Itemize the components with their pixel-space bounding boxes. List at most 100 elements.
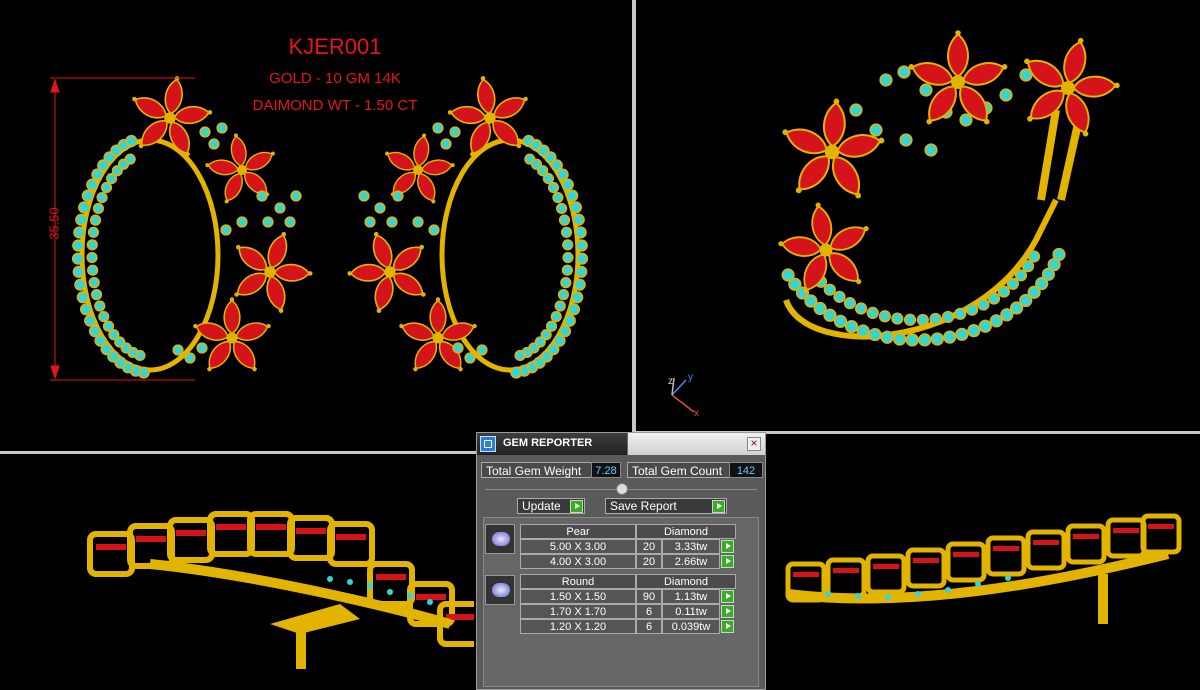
gold-post bbox=[296, 629, 306, 669]
gem-side bbox=[216, 524, 246, 530]
gold-basket bbox=[1140, 513, 1182, 555]
round-gem bbox=[104, 322, 113, 331]
row-select-play-icon[interactable] bbox=[721, 555, 734, 568]
round-gem bbox=[109, 330, 118, 339]
gem-side bbox=[873, 564, 899, 569]
round-gem bbox=[882, 332, 893, 343]
round-gem bbox=[956, 329, 967, 340]
viewport-divider-left[interactable] bbox=[0, 451, 476, 454]
pear-flower bbox=[399, 297, 477, 372]
row-select-play-icon[interactable] bbox=[721, 605, 734, 618]
round-gem bbox=[572, 292, 582, 302]
pear-flower bbox=[908, 30, 1008, 125]
gem-side bbox=[1073, 534, 1099, 539]
gem-weight-cell: 0.039tw bbox=[662, 619, 720, 634]
round-gem bbox=[547, 322, 556, 331]
row-select-play-icon[interactable] bbox=[721, 620, 734, 633]
axis-gizmo-icon: x y z bbox=[668, 372, 699, 419]
height-dimension-label: 35.50 bbox=[46, 207, 62, 240]
round-gem bbox=[327, 576, 333, 582]
pear-flower bbox=[347, 231, 426, 313]
gold-prong bbox=[435, 297, 441, 302]
round-gem bbox=[1021, 70, 1031, 80]
viewport-perspective[interactable]: x y z bbox=[636, 0, 1200, 431]
round-gem bbox=[87, 180, 97, 190]
round-gem bbox=[868, 308, 878, 318]
round-gem bbox=[557, 204, 566, 213]
gem-reporter-icon bbox=[480, 436, 496, 452]
viewport-side-left[interactable] bbox=[0, 454, 474, 690]
round-gem bbox=[98, 193, 107, 202]
pear-gem bbox=[273, 263, 311, 282]
round-gem bbox=[563, 253, 572, 262]
gem-side bbox=[793, 572, 819, 577]
update-button-label: Update bbox=[522, 499, 561, 513]
round-gem bbox=[74, 227, 84, 237]
update-play-icon bbox=[570, 500, 583, 513]
flower-center bbox=[432, 332, 444, 344]
round-gem bbox=[73, 254, 83, 264]
gem-size-cell: 1.20 X 1.20 bbox=[520, 619, 636, 634]
gold-band bbox=[149, 559, 452, 629]
round-gem bbox=[899, 67, 909, 77]
round-gem bbox=[414, 218, 422, 226]
close-button[interactable]: × bbox=[747, 437, 761, 451]
round-gem bbox=[96, 336, 106, 346]
row-select-play-icon[interactable] bbox=[721, 590, 734, 603]
round-gem bbox=[1023, 261, 1033, 271]
gem-side bbox=[416, 594, 446, 600]
round-gem bbox=[1011, 302, 1022, 313]
round-gem bbox=[576, 227, 586, 237]
round-gem bbox=[102, 183, 111, 192]
round-gem bbox=[815, 303, 826, 314]
round-gem bbox=[210, 140, 218, 148]
round-gem bbox=[218, 124, 226, 132]
gem-reporter-titlebar[interactable]: GEM REPORTER × bbox=[477, 433, 765, 455]
pear-gem bbox=[493, 97, 526, 119]
gem-side bbox=[336, 534, 366, 540]
round-gem bbox=[567, 191, 577, 201]
gem-side bbox=[1148, 524, 1174, 529]
diamond-weight: DAIMOND WT - 1.50 CT bbox=[252, 97, 418, 114]
round-gem bbox=[563, 180, 573, 190]
gem-size-cell: 1.50 X 1.50 bbox=[520, 589, 636, 604]
round-gem bbox=[563, 266, 572, 275]
round-gem bbox=[442, 140, 450, 148]
round-gem bbox=[945, 587, 951, 593]
round-gem bbox=[558, 170, 568, 180]
collapse-knob-icon[interactable] bbox=[616, 483, 628, 495]
gem-side bbox=[176, 530, 206, 536]
round-gem bbox=[454, 344, 462, 352]
row-select-play-icon[interactable] bbox=[721, 540, 734, 553]
update-button[interactable]: Update bbox=[517, 498, 585, 514]
round-gem bbox=[856, 304, 866, 314]
pear-gem bbox=[417, 172, 436, 202]
flower-center bbox=[226, 332, 238, 344]
save-report-play-icon bbox=[712, 500, 725, 513]
round-gem bbox=[79, 202, 89, 212]
round-gem bbox=[388, 218, 396, 226]
gold-prong bbox=[955, 30, 961, 36]
gem-size-cell: 5.00 X 3.00 bbox=[520, 539, 636, 554]
round-gem bbox=[885, 594, 891, 600]
gem-side bbox=[913, 558, 939, 563]
round-gem bbox=[569, 304, 579, 314]
gold-basket bbox=[1025, 529, 1067, 571]
viewport-side-right[interactable] bbox=[768, 434, 1200, 690]
viewport-front[interactable]: KJER001 GOLD - 10 GM 14K DAIMOND WT - 1.… bbox=[0, 0, 632, 451]
round-gem bbox=[565, 316, 575, 326]
round-gem bbox=[89, 228, 98, 237]
round-gem bbox=[562, 228, 571, 237]
round-gem bbox=[907, 334, 918, 345]
axis-x-label: x bbox=[694, 408, 699, 419]
round-gem bbox=[961, 115, 971, 125]
round-gem bbox=[1016, 270, 1026, 280]
gold-basket bbox=[287, 515, 335, 561]
design-code: KJER001 bbox=[288, 34, 382, 59]
gem-reporter-panel: GEM REPORTER × Total Gem Weight 7.28 Tot… bbox=[476, 432, 766, 690]
round-gem bbox=[186, 354, 194, 362]
round-gem bbox=[466, 354, 474, 362]
save-report-button[interactable]: Save Report bbox=[605, 498, 727, 514]
round-gem bbox=[783, 270, 794, 280]
viewport-divider-vertical[interactable] bbox=[632, 0, 636, 432]
